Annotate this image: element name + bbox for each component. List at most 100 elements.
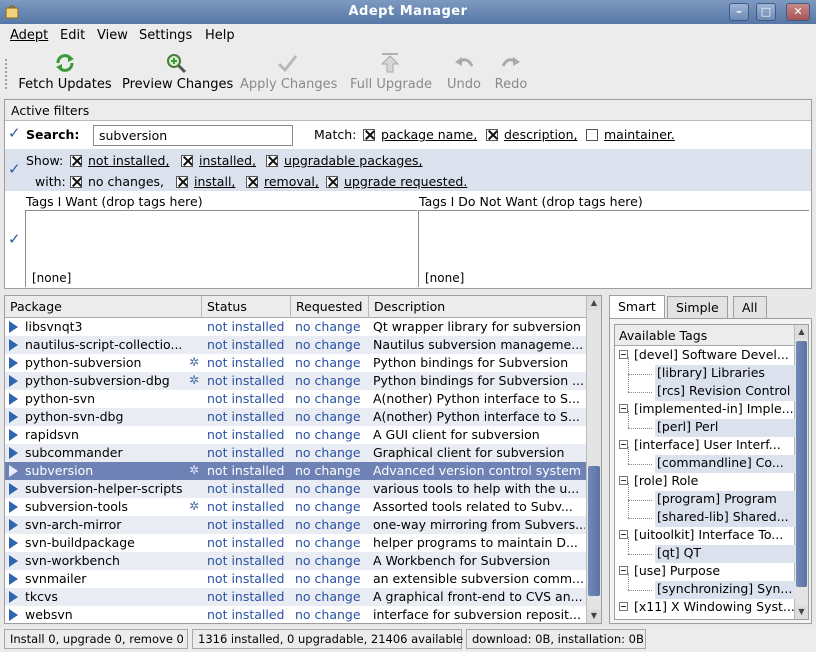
- tag-item[interactable]: [program] Program: [655, 491, 795, 509]
- expand-arrow-icon[interactable]: [9, 339, 18, 351]
- tag-group[interactable]: [use] Purpose: [619, 563, 795, 581]
- tags-scrollbar[interactable]: ▲ ▼: [794, 325, 808, 619]
- tag-group[interactable]: [interface] User Interf...: [619, 437, 795, 455]
- expand-arrow-icon[interactable]: [9, 555, 18, 567]
- expand-arrow-icon[interactable]: [9, 465, 18, 477]
- with-no-changes-checkbox[interactable]: no changes,: [70, 174, 164, 189]
- expand-arrow-icon[interactable]: [9, 357, 18, 369]
- fetch-updates-button[interactable]: Fetch Updates: [18, 52, 112, 96]
- scroll-up-arrow-icon[interactable]: ▲: [587, 296, 601, 310]
- tag-item[interactable]: [perl] Perl: [655, 419, 795, 437]
- tab-smart[interactable]: Smart: [609, 295, 665, 319]
- redo-button[interactable]: Redo: [492, 52, 530, 96]
- column-description[interactable]: Description: [369, 296, 587, 318]
- table-row[interactable]: rapidsvn not installed no change A GUI clie…: [5, 426, 587, 444]
- with-removal-checkbox[interactable]: removal,: [246, 174, 319, 189]
- scroll-down-arrow-icon[interactable]: ▼: [587, 609, 601, 623]
- expand-arrow-icon[interactable]: [9, 393, 18, 405]
- menu-help[interactable]: Help: [205, 28, 235, 43]
- package-requested[interactable]: no change: [295, 409, 369, 424]
- collapse-chevron-icon[interactable]: ✓: [8, 230, 21, 248]
- apply-changes-button[interactable]: Apply Changes: [240, 52, 337, 96]
- menu-adept[interactable]: Adept: [10, 28, 48, 43]
- undo-button[interactable]: Undo: [446, 52, 482, 96]
- package-requested[interactable]: no change: [295, 355, 369, 370]
- package-requested[interactable]: no change: [295, 607, 369, 622]
- expand-arrow-icon[interactable]: [9, 447, 18, 459]
- table-row[interactable]: libsvnqt3 not installed no change Qt wrappe…: [5, 318, 587, 336]
- expand-arrow-icon[interactable]: [9, 591, 18, 603]
- table-row[interactable]: svn-workbench not installed no change A Wor…: [5, 552, 587, 570]
- scrollbar-thumb[interactable]: [588, 466, 600, 596]
- package-requested[interactable]: no change: [295, 481, 369, 496]
- table-row[interactable]: python-svn not installed no change A(nother…: [5, 390, 587, 408]
- scrollbar-thumb[interactable]: [796, 341, 807, 587]
- package-requested[interactable]: no change: [295, 337, 369, 352]
- table-row[interactable]: python-subversion ✲ not installed no change…: [5, 354, 587, 372]
- tab-simple[interactable]: Simple: [667, 296, 728, 318]
- expand-arrow-icon[interactable]: [9, 501, 18, 513]
- close-button[interactable]: ✕: [786, 3, 810, 21]
- column-package[interactable]: Package: [5, 296, 202, 318]
- package-requested[interactable]: no change: [295, 445, 369, 460]
- menu-edit[interactable]: Edit: [60, 28, 85, 43]
- tag-item[interactable]: [qt] QT: [655, 545, 795, 563]
- tag-item[interactable]: [shared-lib] Shared...: [655, 509, 795, 527]
- maximize-button[interactable]: □: [756, 3, 776, 21]
- package-requested[interactable]: no change: [295, 391, 369, 406]
- collapse-chevron-icon[interactable]: ✓: [8, 124, 21, 142]
- package-requested[interactable]: no change: [295, 373, 369, 388]
- package-requested[interactable]: no change: [295, 553, 369, 568]
- package-requested[interactable]: no change: [295, 319, 369, 334]
- expand-arrow-icon[interactable]: [9, 411, 18, 423]
- with-upgrade-requested-checkbox[interactable]: upgrade requested.: [326, 174, 467, 189]
- column-requested[interactable]: Requested: [291, 296, 369, 318]
- match-description-checkbox[interactable]: description,: [486, 127, 577, 142]
- table-row[interactable]: subversion-helper-scripts not installed no…: [5, 480, 587, 498]
- tag-item[interactable]: [library] Libraries: [655, 365, 795, 383]
- tag-item[interactable]: [synchronizing] Syn...: [655, 581, 795, 599]
- table-row[interactable]: nautilus-script-collectio... not installe…: [5, 336, 587, 354]
- table-row[interactable]: tkcvs not installed no change A graphical f…: [5, 588, 587, 606]
- package-requested[interactable]: no change: [295, 535, 369, 550]
- package-requested[interactable]: no change: [295, 571, 369, 586]
- table-row[interactable]: svn-arch-mirror not installed no change one…: [5, 516, 587, 534]
- package-list-scrollbar[interactable]: ▲ ▼: [586, 296, 601, 623]
- table-row[interactable]: python-subversion-dbg ✲ not installed no ch…: [5, 372, 587, 390]
- tag-item[interactable]: [commandline] Co...: [655, 455, 795, 473]
- package-requested[interactable]: no change: [295, 463, 369, 478]
- with-install-checkbox[interactable]: install,: [176, 174, 235, 189]
- show-not-installed-checkbox[interactable]: not installed,: [70, 153, 169, 168]
- menu-settings[interactable]: Settings: [139, 28, 192, 43]
- package-requested[interactable]: no change: [295, 499, 369, 514]
- match-package-name-checkbox[interactable]: package name,: [363, 127, 477, 142]
- collapse-toggle-icon[interactable]: [619, 566, 628, 575]
- collapse-toggle-icon[interactable]: [619, 602, 628, 611]
- scroll-up-arrow-icon[interactable]: ▲: [795, 325, 808, 339]
- table-row[interactable]: subversion ✲ not installed no change Advance…: [5, 462, 587, 480]
- tags-not-want-drop-area[interactable]: [none]: [418, 210, 809, 287]
- collapse-chevron-icon[interactable]: ✓: [8, 160, 21, 178]
- expand-arrow-icon[interactable]: [9, 573, 18, 585]
- show-installed-checkbox[interactable]: installed,: [181, 153, 256, 168]
- table-row[interactable]: subcommander not installed no change Graphi…: [5, 444, 587, 462]
- search-input[interactable]: [93, 125, 293, 146]
- collapse-toggle-icon[interactable]: [619, 476, 628, 485]
- show-upgradable-checkbox[interactable]: upgradable packages,: [266, 153, 423, 168]
- match-maintainer-checkbox[interactable]: maintainer.: [586, 127, 675, 142]
- expand-arrow-icon[interactable]: [9, 519, 18, 531]
- collapse-toggle-icon[interactable]: [619, 350, 628, 359]
- tag-group[interactable]: [uitoolkit] Interface To...: [619, 527, 795, 545]
- tag-group[interactable]: [implemented-in] Imple...: [619, 401, 795, 419]
- scroll-down-arrow-icon[interactable]: ▼: [795, 605, 808, 619]
- tag-group[interactable]: [devel] Software Devel...: [619, 347, 795, 365]
- menu-view[interactable]: View: [97, 28, 128, 43]
- table-row[interactable]: subversion-tools ✲ not installed no change A…: [5, 498, 587, 516]
- column-status[interactable]: Status: [202, 296, 291, 318]
- preview-changes-button[interactable]: Preview Changes: [122, 52, 233, 96]
- expand-arrow-icon[interactable]: [9, 321, 18, 333]
- tag-group[interactable]: [x11] X Windowing Syst...: [619, 599, 795, 617]
- expand-arrow-icon[interactable]: [9, 537, 18, 549]
- table-row[interactable]: svn-buildpackage not installed no change he…: [5, 534, 587, 552]
- collapse-toggle-icon[interactable]: [619, 404, 628, 413]
